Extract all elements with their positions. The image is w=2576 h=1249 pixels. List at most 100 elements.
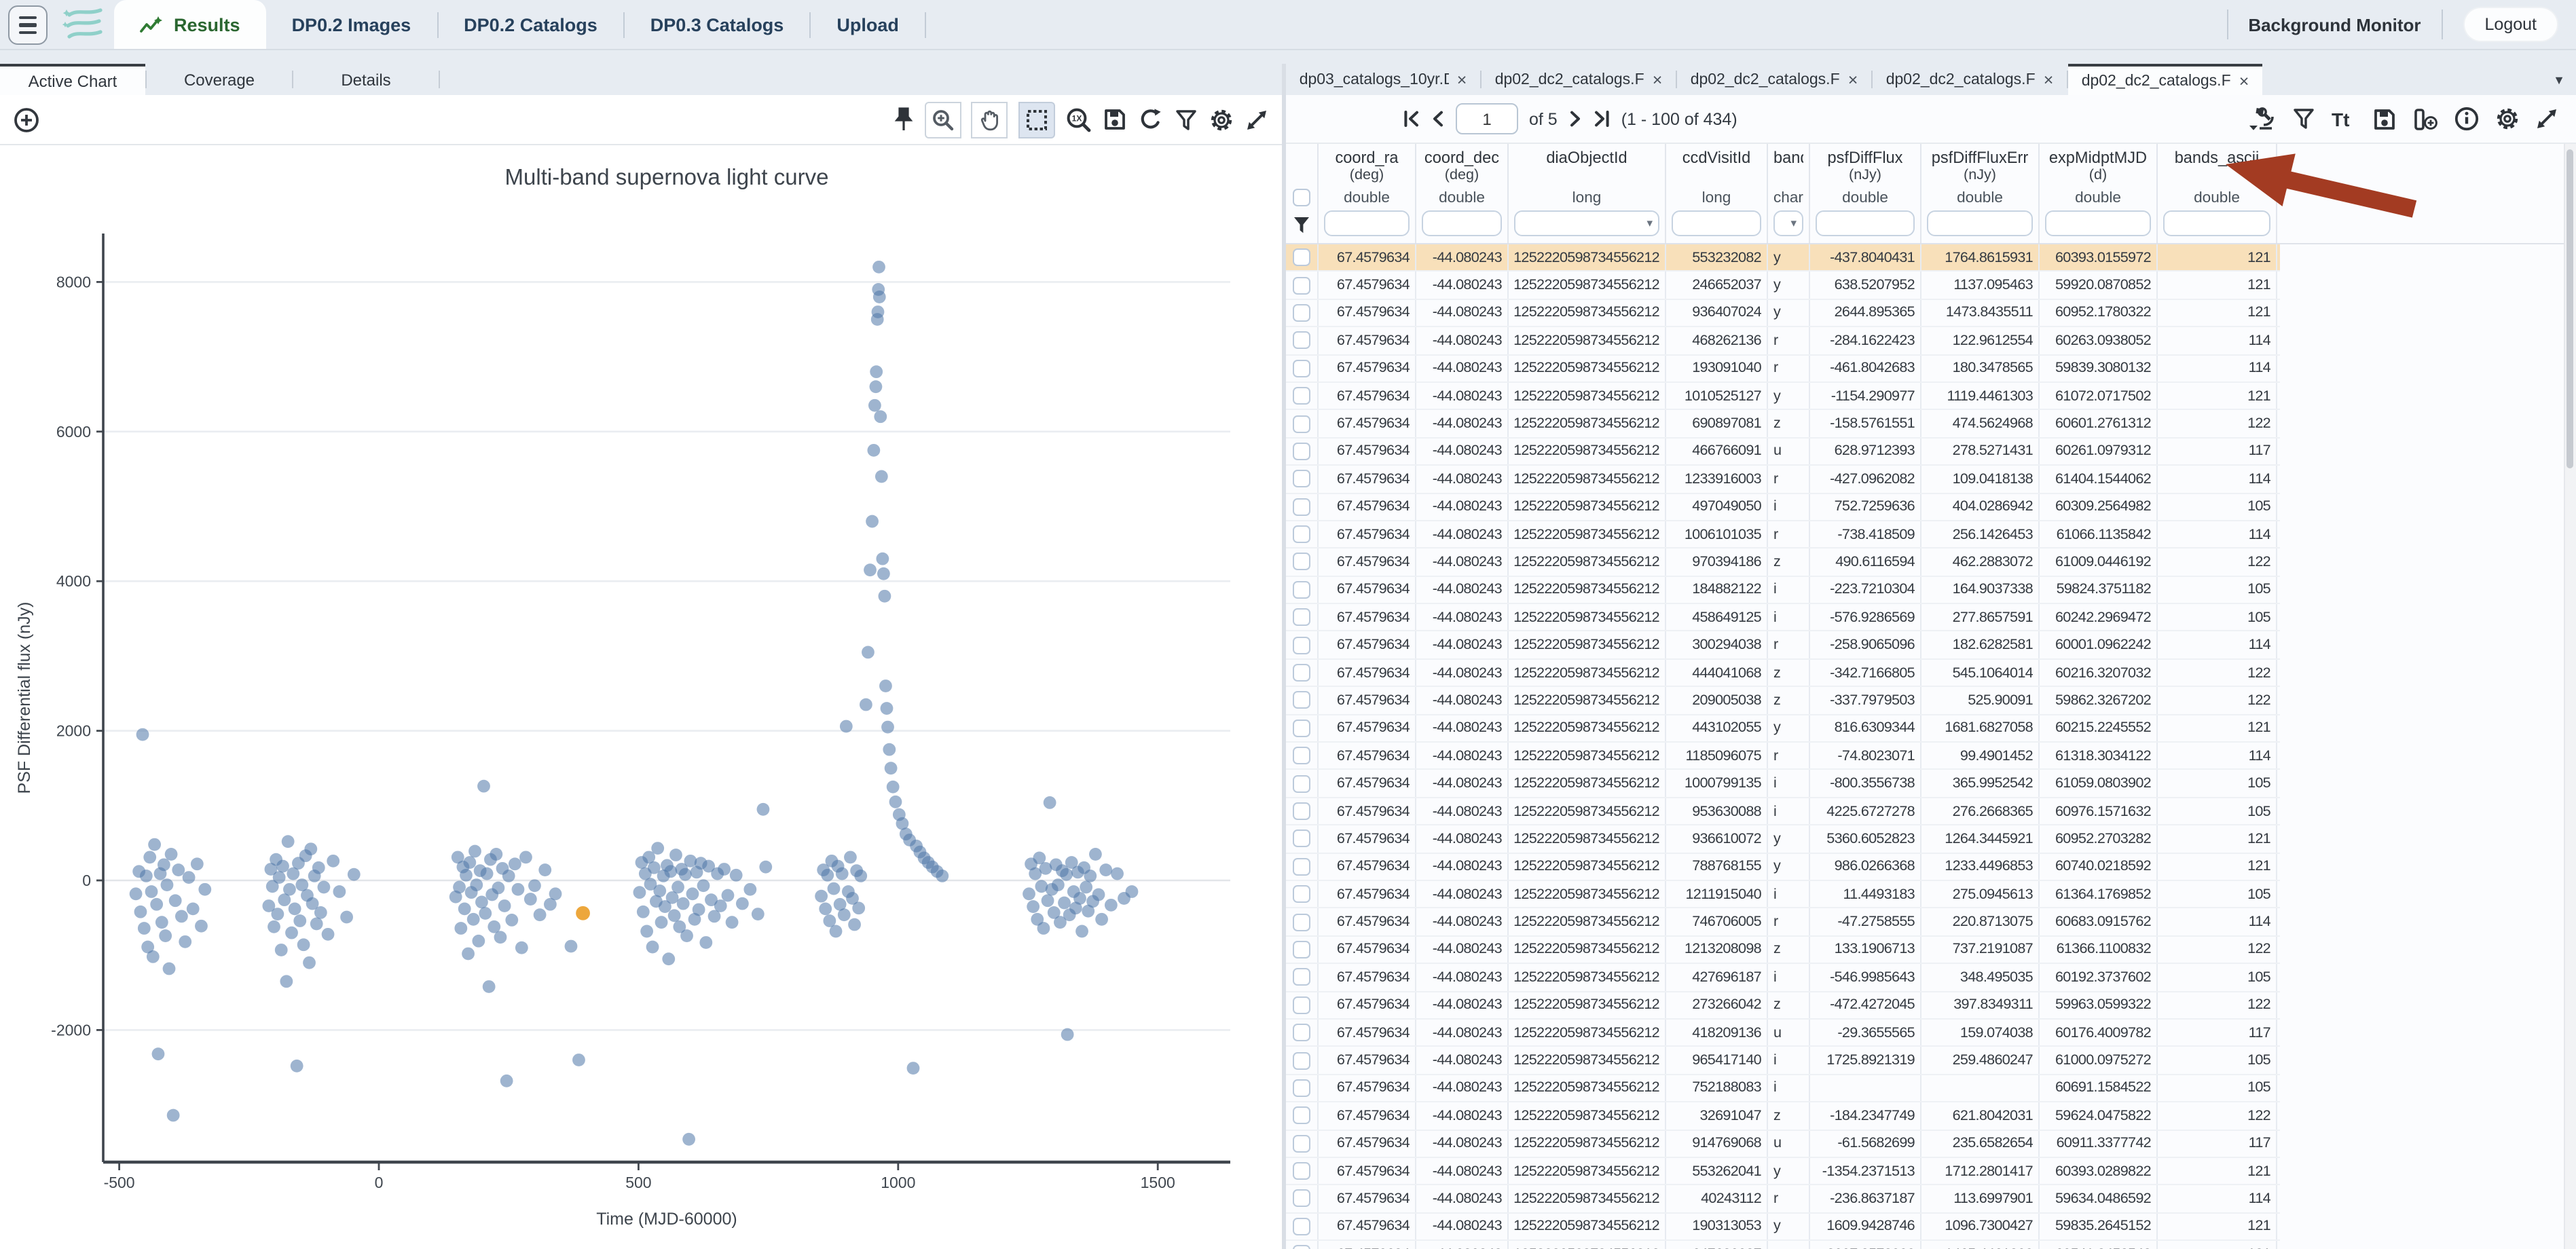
row-checkbox[interactable]: [1293, 359, 1310, 377]
table-row[interactable]: 67.4579634 -44.080243 1252220598734556212 2…: [1286, 992, 2280, 1020]
data-point[interactable]: [468, 844, 481, 858]
row-checkbox[interactable]: [1293, 636, 1310, 654]
column-header-diaObjectId[interactable]: diaObjectId long ▾: [1509, 144, 1666, 243]
table-row[interactable]: 67.4579634 -44.080243 1252220598734556212 1…: [1286, 382, 2280, 411]
data-point[interactable]: [678, 868, 692, 881]
data-point[interactable]: [293, 914, 307, 927]
data-point[interactable]: [572, 1054, 585, 1066]
data-point[interactable]: [655, 916, 668, 929]
data-point[interactable]: [304, 842, 318, 856]
close-tab-icon[interactable]: ×: [1457, 70, 1467, 89]
data-point[interactable]: [1061, 1028, 1074, 1041]
data-point[interactable]: [1073, 892, 1086, 905]
data-point[interactable]: [872, 291, 886, 303]
data-point[interactable]: [866, 515, 879, 528]
data-point[interactable]: [676, 897, 690, 910]
data-point[interactable]: [714, 899, 727, 912]
pin-chart-button[interactable]: [894, 107, 914, 132]
table-row[interactable]: 67.4579634 -44.080243 1252220598734556212 7…: [1286, 908, 2280, 937]
data-point[interactable]: [492, 881, 505, 895]
chevron-down-icon[interactable]: ▾: [1790, 216, 1797, 231]
next-page-button[interactable]: [1568, 110, 1582, 128]
data-point[interactable]: [827, 882, 841, 895]
data-point[interactable]: [146, 950, 160, 963]
table-row[interactable]: 67.4579634 -44.080243 1252220598734556212 1…: [1286, 521, 2280, 549]
row-checkbox[interactable]: [1293, 1189, 1310, 1208]
data-point[interactable]: [508, 857, 521, 871]
data-point[interactable]: [466, 912, 480, 926]
last-page-button[interactable]: [1593, 110, 1611, 128]
table-row[interactable]: 67.4579634 -44.080243 1252220598734556212 1…: [1286, 576, 2280, 605]
row-checkbox[interactable]: [1293, 248, 1310, 267]
data-point[interactable]: [157, 858, 170, 872]
row-checkbox[interactable]: [1293, 415, 1310, 433]
data-point[interactable]: [321, 927, 335, 941]
selected-data-point[interactable]: [576, 906, 590, 920]
filter-table-button[interactable]: [2292, 107, 2315, 130]
data-point[interactable]: [162, 962, 176, 975]
column-filter-input[interactable]: [2163, 210, 2270, 236]
row-checkbox[interactable]: [1293, 498, 1310, 516]
data-point[interactable]: [268, 920, 280, 933]
table-info-button[interactable]: [2454, 106, 2480, 132]
data-point[interactable]: [868, 398, 881, 412]
data-point[interactable]: [718, 863, 731, 876]
row-checkbox[interactable]: [1293, 857, 1310, 876]
data-point[interactable]: [839, 720, 853, 733]
data-point[interactable]: [143, 851, 157, 864]
data-point[interactable]: [1125, 885, 1139, 898]
data-point[interactable]: [172, 863, 185, 876]
data-point[interactable]: [699, 936, 713, 949]
column-header-psfDiffFluxErr[interactable]: psfDiffFluxErr (nJy) double: [1921, 144, 2040, 243]
data-point[interactable]: [664, 865, 678, 878]
page-number-input[interactable]: [1456, 103, 1518, 134]
row-checkbox[interactable]: [1293, 1245, 1310, 1249]
data-point[interactable]: [145, 885, 158, 898]
data-point[interactable]: [480, 867, 494, 880]
data-point[interactable]: [743, 882, 757, 896]
data-point[interactable]: [815, 889, 828, 903]
row-checkbox[interactable]: [1293, 276, 1310, 295]
data-point[interactable]: [653, 884, 667, 897]
row-checkbox[interactable]: [1293, 387, 1310, 405]
table-row[interactable]: 67.4579634 -44.080243 1252220598734556212 4…: [1286, 327, 2280, 356]
data-point[interactable]: [333, 885, 346, 898]
table-tab[interactable]: dp02_dc2_catalogs.For... ×: [1482, 64, 1676, 95]
zoom-in-tool-button[interactable]: [925, 101, 961, 138]
nav-tab-results[interactable]: Results: [114, 0, 266, 49]
column-header-ccdVisitId[interactable]: ccdVisitId long: [1666, 144, 1768, 243]
background-monitor-button[interactable]: Background Monitor: [2248, 14, 2421, 35]
data-point[interactable]: [276, 859, 289, 873]
tab-list-dropdown[interactable]: ▼: [2553, 73, 2565, 87]
data-point[interactable]: [1058, 896, 1071, 910]
table-row[interactable]: 67.4579634-44.08024312522205987345562126…: [1286, 1241, 2280, 1249]
data-point[interactable]: [872, 260, 885, 274]
data-point[interactable]: [312, 861, 325, 874]
data-point[interactable]: [454, 922, 468, 935]
data-point[interactable]: [168, 894, 182, 908]
data-point[interactable]: [280, 975, 293, 988]
data-point[interactable]: [475, 895, 488, 909]
add-chart-button[interactable]: [14, 107, 39, 132]
data-point[interactable]: [470, 878, 483, 892]
tab-active-chart[interactable]: Active Chart: [0, 64, 145, 95]
row-checkbox[interactable]: [1293, 1134, 1310, 1153]
data-point[interactable]: [646, 940, 659, 954]
row-checkbox[interactable]: [1293, 1217, 1310, 1235]
table-row[interactable]: 67.4579634 -44.080243 1252220598734556212 1…: [1286, 1213, 2280, 1242]
table-row[interactable]: 67.4579634 -44.080243 1252220598734556212 1…: [1286, 770, 2280, 798]
data-point[interactable]: [482, 980, 496, 993]
nav-tab-dp02-images[interactable]: DP0.2 Images: [266, 0, 437, 49]
table-row[interactable]: 67.4579634 -44.080243 1252220598734556212 2…: [1286, 272, 2280, 300]
data-point[interactable]: [697, 879, 710, 893]
zoom-original-button[interactable]: 1X: [1066, 107, 1092, 132]
data-point[interactable]: [881, 720, 894, 734]
table-row[interactable]: 67.4579634 -44.080243 1252220598734556212 9…: [1286, 1047, 2280, 1075]
data-point[interactable]: [859, 698, 872, 711]
data-point[interactable]: [640, 925, 654, 938]
data-point[interactable]: [136, 728, 149, 741]
column-filter-input[interactable]: [1927, 210, 2033, 236]
row-checkbox[interactable]: [1293, 1051, 1310, 1070]
data-point[interactable]: [884, 762, 898, 775]
data-point[interactable]: [1084, 869, 1097, 882]
